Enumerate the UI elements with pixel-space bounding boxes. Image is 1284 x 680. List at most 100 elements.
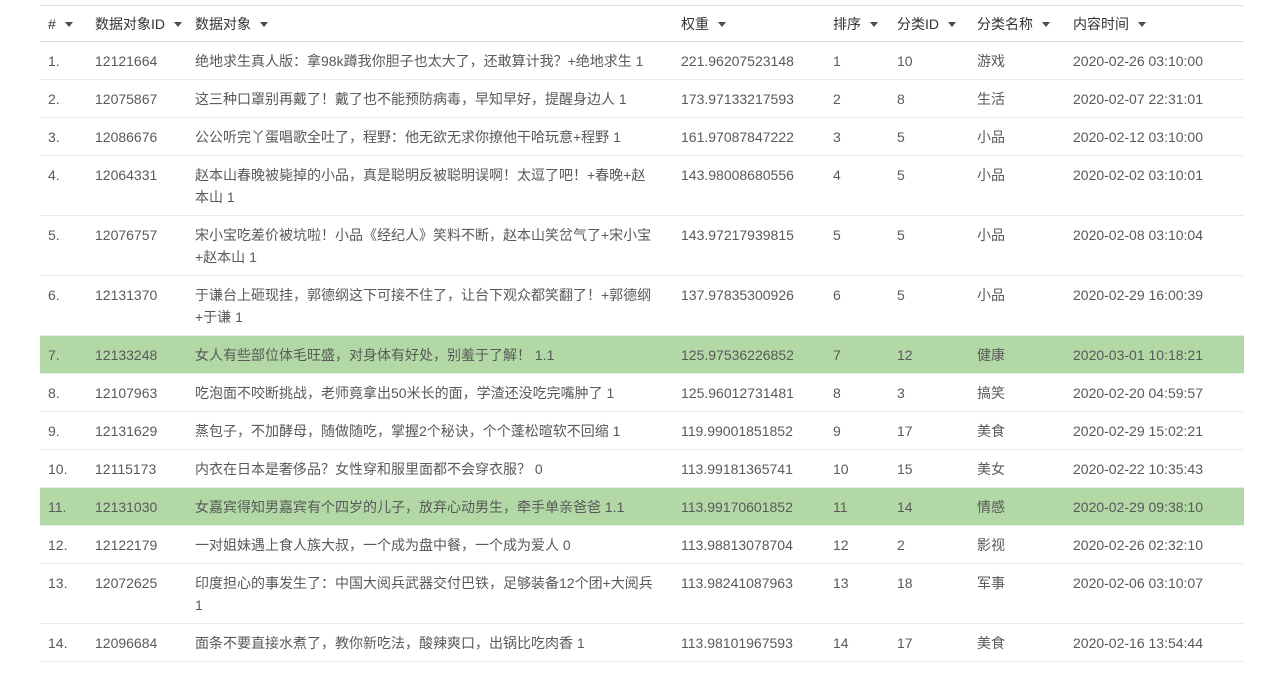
- object-id-cell: 12131370: [95, 276, 195, 336]
- column-header-category-id[interactable]: 分类ID: [897, 6, 977, 42]
- content-time-cell: 2020-02-08 03:10:04: [1073, 216, 1244, 276]
- weight-cell: 143.98008680556: [681, 156, 833, 216]
- column-header-object[interactable]: 数据对象: [195, 6, 681, 42]
- object-title-cell: 一对姐妹遇上食人族大叔，一个成为盘中餐，一个成为爱人 0: [195, 526, 681, 564]
- rank-cell: 5: [833, 216, 897, 276]
- category-id-cell: 10: [897, 42, 977, 80]
- table-row[interactable]: 9. 12131629 蒸包子，不加酵母，随做随吃，掌握2个秘诀，个个蓬松暄软不…: [40, 412, 1244, 450]
- object-id-cell: 12064331: [95, 156, 195, 216]
- object-title-cell: 宋小宝吃差价被坑啦！小品《经纪人》笑料不断，赵本山笑岔气了+宋小宝+赵本山 1: [195, 216, 681, 276]
- weight-cell: 125.96012731481: [681, 374, 833, 412]
- column-header-category-name-label: 分类名称: [977, 16, 1033, 32]
- table-row[interactable]: 1. 12121664 绝地求生真人版：拿98k蹲我你胆子也太大了，还敢算计我？…: [40, 42, 1244, 80]
- rank-cell: 10: [833, 450, 897, 488]
- weight-cell: 137.97835300926: [681, 276, 833, 336]
- category-name-cell: 生活: [977, 80, 1073, 118]
- object-title-cell: 内衣在日本是奢侈品？女性穿和服里面都不会穿衣服？ 0: [195, 450, 681, 488]
- column-header-rank[interactable]: 排序: [833, 6, 897, 42]
- category-id-cell: 5: [897, 216, 977, 276]
- content-time-cell: 2020-02-22 10:35:43: [1073, 450, 1244, 488]
- column-header-object-id-label: 数据对象ID: [95, 16, 165, 32]
- column-header-object-id[interactable]: 数据对象ID: [95, 6, 195, 42]
- sort-caret-icon: [718, 22, 726, 27]
- rank-cell: 13: [833, 564, 897, 624]
- rank-cell: 2: [833, 80, 897, 118]
- content-time-cell: 2020-02-06 03:10:07: [1073, 564, 1244, 624]
- object-id-cell: 12075867: [95, 80, 195, 118]
- table-header-row: # 数据对象ID 数据对象 权重 排序 分类ID 分类名称: [40, 6, 1244, 42]
- row-index-cell: 7.: [40, 336, 95, 374]
- object-title-cell: 蒸包子，不加酵母，随做随吃，掌握2个秘诀，个个蓬松暄软不回缩 1: [195, 412, 681, 450]
- category-id-cell: 5: [897, 156, 977, 216]
- content-time-cell: 2020-02-20 04:59:57: [1073, 374, 1244, 412]
- category-name-cell: 美女: [977, 450, 1073, 488]
- rank-cell: 1: [833, 42, 897, 80]
- object-id-cell: 12131629: [95, 412, 195, 450]
- rank-cell: 14: [833, 624, 897, 662]
- content-time-cell: 2020-02-26 03:10:00: [1073, 42, 1244, 80]
- rank-cell: 8: [833, 374, 897, 412]
- weight-cell: 113.98813078704: [681, 526, 833, 564]
- weight-cell: 113.98101967593: [681, 624, 833, 662]
- table-row[interactable]: 10. 12115173 内衣在日本是奢侈品？女性穿和服里面都不会穿衣服？ 0 …: [40, 450, 1244, 488]
- category-name-cell: 小品: [977, 276, 1073, 336]
- column-header-weight-label: 权重: [681, 16, 709, 32]
- object-title-cell: 这三种口罩别再戴了！戴了也不能预防病毒，早知早好，提醒身边人 1: [195, 80, 681, 118]
- category-name-cell: 游戏: [977, 42, 1073, 80]
- object-id-cell: 12133248: [95, 336, 195, 374]
- category-name-cell: 小品: [977, 156, 1073, 216]
- category-id-cell: 18: [897, 564, 977, 624]
- category-name-cell: 美食: [977, 412, 1073, 450]
- content-time-cell: 2020-02-16 13:54:44: [1073, 624, 1244, 662]
- table-row[interactable]: 3. 12086676 公公听完丫蛋唱歌全吐了，程野：他无欲无求你撩他干哈玩意+…: [40, 118, 1244, 156]
- category-id-cell: 17: [897, 624, 977, 662]
- sort-caret-icon: [65, 22, 73, 27]
- table-row[interactable]: 13. 12072625 印度担心的事发生了：中国大阅兵武器交付巴铁，足够装备1…: [40, 564, 1244, 624]
- category-id-cell: 12: [897, 336, 977, 374]
- column-header-category-name[interactable]: 分类名称: [977, 6, 1073, 42]
- category-name-cell: 美食: [977, 624, 1073, 662]
- row-index-cell: 1.: [40, 42, 95, 80]
- table-row[interactable]: 11. 12131030 女嘉宾得知男嘉宾有个四岁的儿子，放弃心动男生，牵手单亲…: [40, 488, 1244, 526]
- content-time-cell: 2020-02-07 22:31:01: [1073, 80, 1244, 118]
- category-id-cell: 2: [897, 526, 977, 564]
- weight-cell: 113.98241087963: [681, 564, 833, 624]
- rank-cell: 12: [833, 526, 897, 564]
- category-name-cell: 搞笑: [977, 374, 1073, 412]
- weight-cell: 221.96207523148: [681, 42, 833, 80]
- table-row[interactable]: 2. 12075867 这三种口罩别再戴了！戴了也不能预防病毒，早知早好，提醒身…: [40, 80, 1244, 118]
- category-name-cell: 情感: [977, 488, 1073, 526]
- column-header-weight[interactable]: 权重: [681, 6, 833, 42]
- table-row[interactable]: 14. 12096684 面条不要直接水煮了，教你新吃法，酸辣爽口，出锅比吃肉香…: [40, 624, 1244, 662]
- object-title-cell: 赵本山春晚被毙掉的小品，真是聪明反被聪明误啊！太逗了吧！+春晚+赵本山 1: [195, 156, 681, 216]
- row-index-cell: 9.: [40, 412, 95, 450]
- column-header-index[interactable]: #: [40, 6, 95, 42]
- table-row[interactable]: 12. 12122179 一对姐妹遇上食人族大叔，一个成为盘中餐，一个成为爱人 …: [40, 526, 1244, 564]
- column-header-index-label: #: [48, 16, 56, 32]
- object-id-cell: 12131030: [95, 488, 195, 526]
- sort-caret-icon: [870, 22, 878, 27]
- rank-cell: 7: [833, 336, 897, 374]
- column-header-content-time[interactable]: 内容时间: [1073, 6, 1244, 42]
- category-name-cell: 影视: [977, 526, 1073, 564]
- table-row[interactable]: 4. 12064331 赵本山春晚被毙掉的小品，真是聪明反被聪明误啊！太逗了吧！…: [40, 156, 1244, 216]
- table-row[interactable]: 5. 12076757 宋小宝吃差价被坑啦！小品《经纪人》笑料不断，赵本山笑岔气…: [40, 216, 1244, 276]
- content-time-cell: 2020-02-12 03:10:00: [1073, 118, 1244, 156]
- object-title-cell: 女嘉宾得知男嘉宾有个四岁的儿子，放弃心动男生，牵手单亲爸爸 1.1: [195, 488, 681, 526]
- sort-caret-icon: [174, 22, 182, 27]
- object-title-cell: 印度担心的事发生了：中国大阅兵武器交付巴铁，足够装备12个团+大阅兵 1: [195, 564, 681, 624]
- table-row[interactable]: 6. 12131370 于谦台上砸现挂，郭德纲这下可接不住了，让台下观众都笑翻了…: [40, 276, 1244, 336]
- data-table: # 数据对象ID 数据对象 权重 排序 分类ID 分类名称: [40, 5, 1244, 662]
- table-row[interactable]: 7. 12133248 女人有些部位体毛旺盛，对身体有好处，别羞于了解！ 1.1…: [40, 336, 1244, 374]
- category-id-cell: 15: [897, 450, 977, 488]
- rank-cell: 3: [833, 118, 897, 156]
- rank-cell: 6: [833, 276, 897, 336]
- row-index-cell: 10.: [40, 450, 95, 488]
- row-index-cell: 3.: [40, 118, 95, 156]
- object-id-cell: 12096684: [95, 624, 195, 662]
- category-id-cell: 5: [897, 118, 977, 156]
- row-index-cell: 13.: [40, 564, 95, 624]
- object-title-cell: 面条不要直接水煮了，教你新吃法，酸辣爽口，出锅比吃肉香 1: [195, 624, 681, 662]
- table-row[interactable]: 8. 12107963 吃泡面不咬断挑战，老师竟拿出50米长的面，学渣还没吃完嘴…: [40, 374, 1244, 412]
- weight-cell: 113.99170601852: [681, 488, 833, 526]
